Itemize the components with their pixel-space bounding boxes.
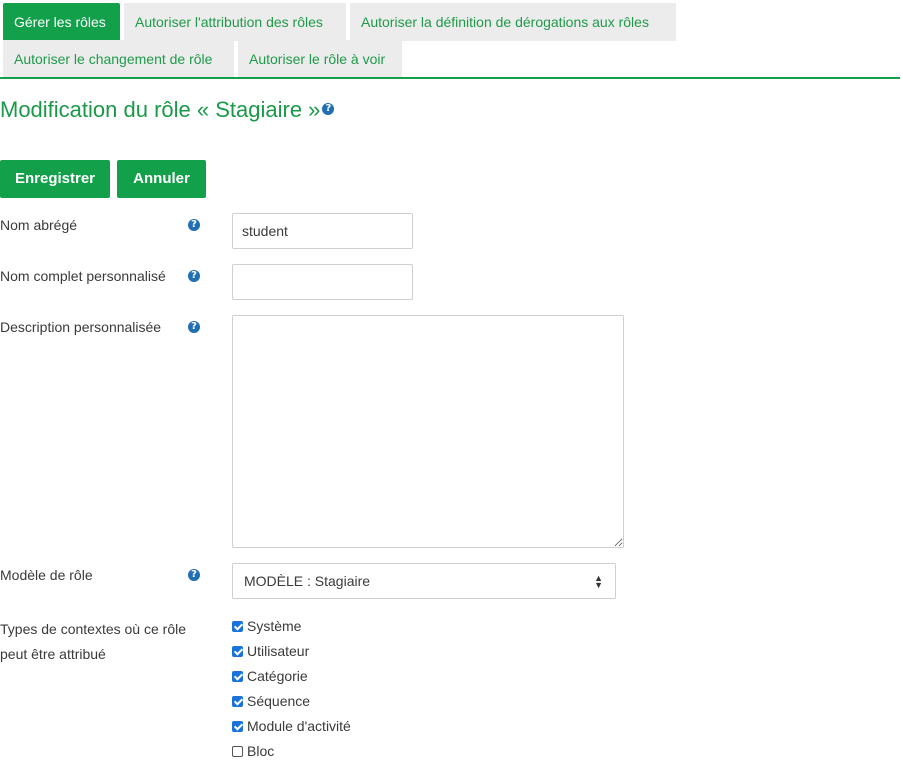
role-tabs: Gérer les rôles Autoriser l'attribution … [0, 0, 903, 80]
question-circle-icon[interactable]: ? [188, 321, 200, 333]
context-label: Utilisateur [247, 643, 310, 659]
tab-manage-roles[interactable]: Gérer les rôles [3, 3, 120, 41]
context-label: Séquence [247, 693, 311, 709]
context-checkbox-system[interactable]: Système [232, 616, 301, 636]
tab-allow-assign[interactable]: Autoriser l'attribution des rôles [124, 3, 346, 41]
page-title-text: Modification du rôle « Stagiaire » [0, 97, 321, 122]
context-checkbox-module[interactable]: Module d'activité [232, 716, 351, 736]
fullname-input[interactable] [232, 264, 413, 300]
question-circle-icon[interactable]: ? [188, 569, 200, 581]
archetype-selected-value: MODÈLE : Stagiaire [244, 573, 371, 589]
checkbox-checked-icon[interactable] [232, 620, 243, 632]
description-textarea[interactable] [232, 315, 624, 548]
context-checkbox-user[interactable]: Utilisateur [232, 641, 309, 661]
context-checkbox-course[interactable]: Séquence [232, 691, 310, 711]
context-label: Système [247, 618, 302, 634]
context-label: Bloc [247, 743, 275, 759]
checkbox-checked-icon[interactable] [232, 645, 243, 657]
shortname-label: Nom abrégé [0, 217, 78, 233]
context-label: Catégorie [247, 668, 308, 684]
question-circle-icon[interactable]: ? [188, 270, 200, 282]
description-label: Description personnalisée [0, 319, 162, 335]
question-circle-icon[interactable]: ? [322, 103, 335, 116]
fullname-label: Nom complet personnalisé [0, 268, 166, 284]
tab-allow-switch[interactable]: Autoriser le changement de rôle [3, 40, 234, 78]
tab-allow-override[interactable]: Autoriser la définition de dérogations a… [350, 3, 676, 41]
cancel-button[interactable]: Annuler [117, 160, 206, 198]
checkbox-checked-icon[interactable] [232, 695, 243, 707]
checkbox-checked-icon[interactable] [232, 670, 243, 682]
checkbox-unchecked-icon[interactable] [232, 745, 243, 757]
archetype-select[interactable]: MODÈLE : Stagiaire ▲ ▼ [232, 563, 616, 599]
tab-allow-view[interactable]: Autoriser le rôle à voir [238, 40, 402, 78]
question-circle-icon[interactable]: ? [188, 219, 200, 231]
tabs-underline [0, 77, 900, 79]
checkbox-checked-icon[interactable] [232, 720, 243, 732]
save-button[interactable]: Enregistrer [0, 160, 110, 198]
contexts-label: Types de contextes où ce rôle peut être … [0, 621, 186, 662]
shortname-input[interactable] [232, 213, 413, 249]
context-checkbox-block[interactable]: Bloc [232, 741, 274, 761]
page-title: Modification du rôle « Stagiaire »? [0, 97, 335, 123]
sort-arrows-icon: ▲ ▼ [594, 573, 603, 590]
context-checkbox-category[interactable]: Catégorie [232, 666, 308, 686]
context-label: Module d'activité [247, 718, 351, 734]
archetype-label: Modèle de rôle [0, 567, 93, 583]
